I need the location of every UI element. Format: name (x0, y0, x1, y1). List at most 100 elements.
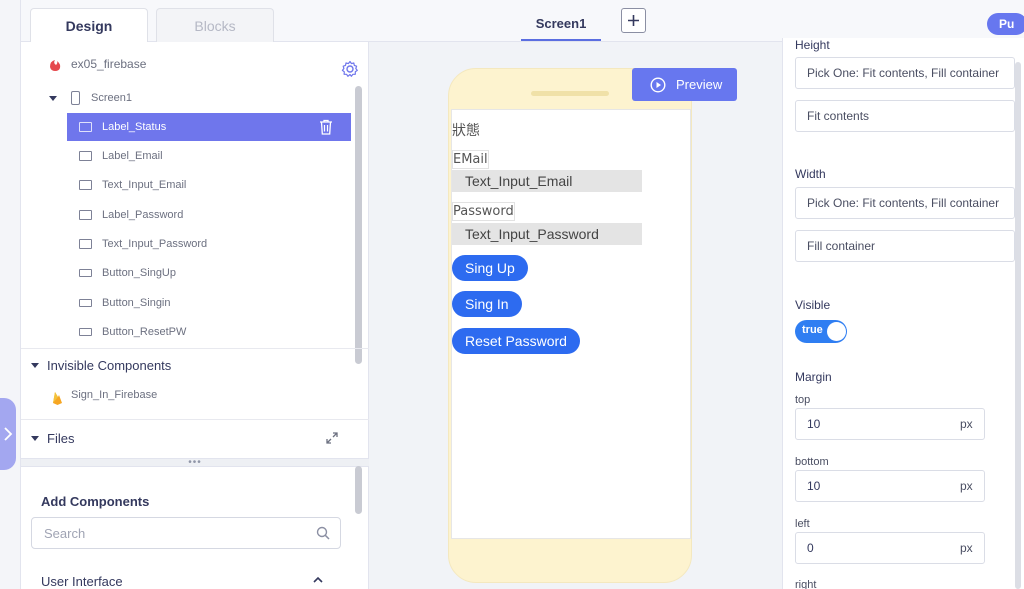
screen-label-status[interactable]: 狀態 (452, 120, 480, 140)
margin-title: Margin (795, 370, 832, 384)
visible-toggle-text: true (802, 324, 823, 336)
label-icon (79, 122, 92, 132)
trash-icon[interactable] (319, 119, 333, 135)
user-interface-section[interactable]: User Interface (41, 574, 123, 589)
divider (21, 348, 369, 349)
height-value-select[interactable]: Fit contents (795, 100, 1015, 132)
firebase-icon (53, 392, 62, 405)
label-icon (79, 210, 92, 220)
margin-bottom-label: bottom (795, 456, 829, 468)
tree-item-button-resetpw[interactable]: Button_ResetPW (21, 318, 351, 346)
visible-toggle[interactable]: true (795, 320, 847, 343)
tree-item-text-input-email[interactable]: Text_Input_Email (21, 171, 351, 199)
panel-resize-handle[interactable]: ••• (21, 457, 369, 467)
tree-item-label: Label_Status (102, 121, 167, 133)
expand-icon[interactable] (325, 431, 339, 445)
invisible-components-header[interactable]: Invisible Components (31, 358, 171, 373)
tab-design[interactable]: Design (30, 8, 148, 43)
height-pick-select[interactable]: Pick One: Fit contents, Fill container (795, 57, 1015, 89)
toggle-knob (827, 322, 846, 341)
divider (21, 419, 369, 420)
margin-bottom-field[interactable]: px (795, 470, 985, 502)
component-tree: Screen1 Label_Status Label_Email Text_In… (21, 84, 357, 346)
screen-text-input-email[interactable]: Text_Input_Email (452, 170, 642, 192)
chevron-up-icon[interactable] (313, 576, 323, 584)
caret-down-icon (31, 363, 39, 368)
screen-button-signup[interactable]: Sing Up (452, 255, 528, 281)
screen-text-input-password[interactable]: Text_Input_Password (452, 223, 642, 245)
preview-label: Preview (676, 77, 723, 92)
phone-screen: 狀態 EMail Text_Input_Email Password Text_… (451, 109, 691, 539)
tree-item-label-password[interactable]: Label_Password (21, 201, 351, 229)
margin-left-label: left (795, 518, 810, 530)
invisible-components-title: Invisible Components (47, 358, 172, 373)
tree-item-text-input-password[interactable]: Text_Input_Password (21, 230, 351, 258)
margin-bottom-input[interactable] (796, 471, 946, 501)
project-row[interactable]: ex05_firebase (21, 50, 369, 80)
margin-top-label: top (795, 394, 811, 406)
screen-label-password[interactable]: Password (452, 202, 515, 221)
publish-button[interactable]: Pu (987, 13, 1024, 35)
add-components-title: Add Components (41, 494, 150, 509)
properties-panel: Height Pick One: Fit contents, Fill cont… (782, 38, 1024, 589)
px-unit: px (960, 541, 973, 555)
search-icon (316, 526, 330, 540)
chevron-right-icon (4, 427, 13, 441)
text-input-icon (79, 180, 92, 190)
top-bar: Design Blocks Screen1 Pu (21, 0, 1024, 43)
expand-sidebar-toggle[interactable] (0, 398, 16, 470)
text-input-icon (79, 239, 92, 249)
files-title: Files (47, 431, 75, 446)
phone-speaker (531, 91, 609, 96)
project-icon (50, 60, 61, 71)
button-icon (79, 299, 92, 307)
tree-item-label: Text_Input_Password (102, 238, 208, 250)
app-root: Design Blocks Screen1 Pu ex05_firebase S… (0, 0, 1024, 589)
screen-button-reset-password[interactable]: Reset Password (452, 328, 580, 354)
tree-item-label: Label_Password (102, 209, 184, 221)
screen-label-email[interactable]: EMail (452, 150, 489, 169)
width-value-select[interactable]: Fill container (795, 230, 1015, 262)
tree-item-label: Screen1 (91, 92, 132, 104)
button-icon (79, 269, 92, 277)
play-icon (650, 76, 666, 93)
tree-item-label: Text_Input_Email (102, 179, 187, 191)
width-pick-select[interactable]: Pick One: Fit contents, Fill container (795, 187, 1015, 219)
tab-screen1[interactable]: Screen1 (521, 8, 601, 41)
tree-item-label: Button_Singin (102, 297, 171, 309)
add-screen-button[interactable] (621, 8, 646, 33)
margin-left-input[interactable] (796, 533, 946, 563)
tree-item-sign-in-firebase[interactable]: Sign_In_Firebase (71, 389, 157, 401)
left-edge-strip (0, 0, 21, 589)
design-canvas: 狀態 EMail Text_Input_Email Password Text_… (370, 42, 782, 589)
label-icon (79, 151, 92, 161)
properties-scrollbar[interactable] (1015, 62, 1021, 589)
margin-top-input[interactable] (796, 409, 946, 439)
tree-item-label-email[interactable]: Label_Email (21, 142, 351, 170)
tree-item-label: Button_SingUp (102, 267, 176, 279)
tree-item-button-singin[interactable]: Button_Singin (21, 289, 351, 317)
preview-button[interactable]: Preview (632, 68, 737, 101)
files-header[interactable]: Files (31, 431, 74, 446)
visible-title: Visible (795, 298, 831, 312)
tab-blocks[interactable]: Blocks (156, 8, 274, 42)
project-name: ex05_firebase (71, 57, 147, 71)
tree-item-label-status[interactable]: Label_Status (67, 113, 351, 141)
tree-scrollbar[interactable] (355, 86, 362, 364)
left-panel: ex05_firebase Screen1 Label_Status Label… (21, 42, 369, 589)
component-search-box[interactable] (31, 517, 341, 549)
margin-left-field[interactable]: px (795, 532, 985, 564)
tree-item-button-singup[interactable]: Button_SingUp (21, 259, 351, 287)
px-unit: px (960, 479, 973, 493)
height-title: Height (795, 38, 830, 52)
plus-icon (628, 15, 639, 26)
components-scrollbar[interactable] (355, 466, 362, 514)
search-input[interactable] (32, 518, 292, 548)
tree-item-screen1[interactable]: Screen1 (21, 84, 351, 112)
width-title: Width (795, 167, 826, 181)
screen-button-signin[interactable]: Sing In (452, 291, 522, 317)
margin-top-field[interactable]: px (795, 408, 985, 440)
phone-frame: 狀態 EMail Text_Input_Email Password Text_… (448, 68, 692, 583)
caret-down-icon (49, 96, 57, 101)
gear-icon[interactable] (341, 60, 359, 78)
